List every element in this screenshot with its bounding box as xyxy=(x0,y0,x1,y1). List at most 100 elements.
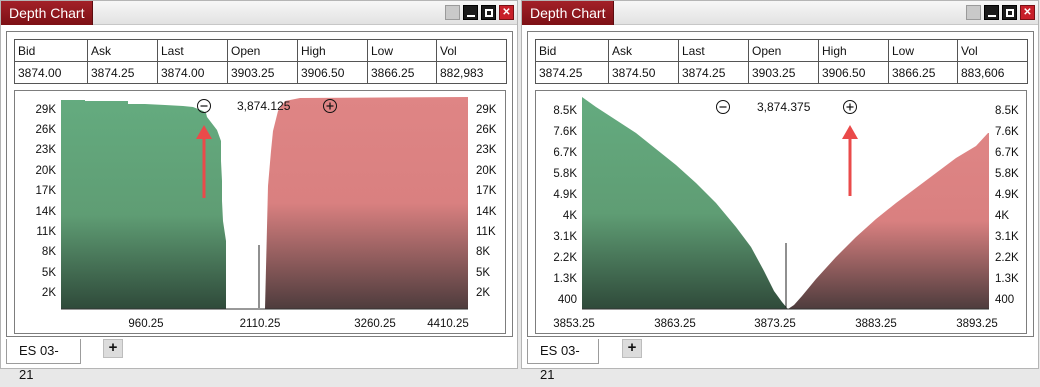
y-axis-right: 29K 26K 23K 20K 17K 14K 11K 8K 5K 2K xyxy=(476,104,497,299)
y-tick-right: 2K xyxy=(476,287,490,299)
header-high: High xyxy=(818,39,889,62)
ask-depth-area xyxy=(265,97,468,309)
value-ask: 3874.25 xyxy=(87,61,158,84)
y-tick-left: 20K xyxy=(36,165,57,177)
maximize-icon xyxy=(484,8,493,17)
x-tick: 960.25 xyxy=(128,318,163,330)
minimize-button[interactable] xyxy=(984,5,999,20)
header-low: Low xyxy=(367,39,437,62)
zoom-in-icon[interactable] xyxy=(843,100,857,114)
depth-chart-svg[interactable]: 8.5K 7.6K 6.7K 5.8K 4.9K 4K 3.1K 2.2K 1.… xyxy=(536,91,1028,335)
bid-depth-area xyxy=(582,97,788,309)
y-tick-left: 4K xyxy=(563,210,577,222)
depth-chart-window-left: Depth Chart ✕ Bid Ask Last Open High Low… xyxy=(0,0,518,382)
x-tick: 3893.25 xyxy=(956,318,998,330)
close-button[interactable]: ✕ xyxy=(1020,5,1035,20)
add-tab-button[interactable]: + xyxy=(622,339,642,358)
y-tick-right: 6.7K xyxy=(995,147,1019,159)
y-tick-right: 26K xyxy=(476,124,497,136)
y-tick-right: 17K xyxy=(476,185,497,197)
title-bar[interactable]: Depth Chart ✕ xyxy=(522,1,1038,25)
value-open: 3903.25 xyxy=(227,61,298,84)
header-high: High xyxy=(297,39,368,62)
y-tick-right: 400 xyxy=(995,294,1014,306)
x-tick: 3873.25 xyxy=(754,318,796,330)
y-tick-right: 5K xyxy=(476,267,490,279)
header-vol: Vol xyxy=(436,39,507,62)
value-low: 3866.25 xyxy=(367,61,437,84)
quote-value-row: 3874.00 3874.25 3874.00 3903.25 3906.50 … xyxy=(14,61,507,84)
y-tick-right: 5.8K xyxy=(995,168,1019,180)
y-tick-left: 7.6K xyxy=(553,126,577,138)
minimize-button[interactable] xyxy=(463,5,478,20)
close-icon: ✕ xyxy=(1023,6,1032,18)
y-tick-left: 1.3K xyxy=(553,273,577,285)
instrument-tab[interactable]: ES 03-21 xyxy=(6,339,81,382)
red-arrow-annotation xyxy=(842,125,858,196)
minimize-icon xyxy=(466,14,475,17)
depth-chart-panel: Bid Ask Last Open High Low Vol 3874.00 3… xyxy=(6,31,513,337)
y-tick-right: 14K xyxy=(476,206,497,218)
y-axis-left: 8.5K 7.6K 6.7K 5.8K 4.9K 4K 3.1K 2.2K 1.… xyxy=(553,105,577,306)
y-axis-left: 29K 26K 23K 20K 17K 14K 11K 8K 5K 2K xyxy=(36,104,57,299)
y-tick-left: 3.1K xyxy=(553,231,577,243)
y-tick-right: 8K xyxy=(476,246,490,258)
x-tick: 3260.25 xyxy=(354,318,396,330)
y-tick-right: 4K xyxy=(995,210,1009,222)
y-tick-right: 29K xyxy=(476,104,497,116)
window-title[interactable]: Depth Chart xyxy=(1,1,94,25)
x-tick: 4410.25 xyxy=(427,318,469,330)
x-axis: 3853.25 3863.25 3873.25 3883.25 3893.25 xyxy=(553,318,998,330)
y-tick-left: 11K xyxy=(36,226,56,238)
depth-chart-panel: Bid Ask Last Open High Low Vol 3874.25 3… xyxy=(527,31,1034,337)
y-tick-left: 29K xyxy=(36,104,57,116)
header-last: Last xyxy=(678,39,749,62)
restore-button[interactable] xyxy=(445,5,460,20)
y-tick-right: 7.6K xyxy=(995,126,1019,138)
y-tick-left: 5.8K xyxy=(553,168,577,180)
x-tick: 3853.25 xyxy=(553,318,595,330)
quote-header-row: Bid Ask Last Open High Low Vol xyxy=(535,39,1028,62)
value-vol: 883,606 xyxy=(957,61,1028,84)
close-icon: ✕ xyxy=(502,6,511,18)
value-bid: 3874.00 xyxy=(14,61,88,84)
y-tick-left: 14K xyxy=(36,206,57,218)
y-tick-left: 5K xyxy=(42,267,56,279)
quote-value-row: 3874.25 3874.50 3874.25 3903.25 3906.50 … xyxy=(535,61,1028,84)
window-controls: ✕ xyxy=(445,5,514,20)
x-tick: 3883.25 xyxy=(855,318,897,330)
zoom-out-icon[interactable] xyxy=(197,99,211,113)
ask-depth-area xyxy=(788,133,989,309)
depth-chart-area[interactable]: 29K 26K 23K 20K 17K 14K 11K 8K 5K 2K 29K… xyxy=(14,90,506,334)
maximize-button[interactable] xyxy=(481,5,496,20)
y-tick-left: 4.9K xyxy=(553,189,577,201)
close-button[interactable]: ✕ xyxy=(499,5,514,20)
title-bar[interactable]: Depth Chart ✕ xyxy=(1,1,517,25)
window-title[interactable]: Depth Chart xyxy=(522,1,615,25)
value-ask: 3874.50 xyxy=(608,61,679,84)
zoom-out-icon[interactable] xyxy=(716,100,730,114)
depth-chart-window-right: Depth Chart ✕ Bid Ask Last Open High Low… xyxy=(521,0,1039,382)
y-tick-left: 2K xyxy=(42,287,56,299)
value-high: 3906.50 xyxy=(297,61,368,84)
instrument-tab[interactable]: ES 03-21 xyxy=(527,339,599,382)
header-ask: Ask xyxy=(608,39,679,62)
header-bid: Bid xyxy=(14,39,88,62)
y-axis-right: 8.5K 7.6K 6.7K 5.8K 4.9K 4K 3.1K 2.2K 1.… xyxy=(995,105,1019,306)
y-tick-left: 26K xyxy=(36,124,57,136)
value-low: 3866.25 xyxy=(888,61,958,84)
y-tick-left: 8.5K xyxy=(553,105,577,117)
y-tick-left: 6.7K xyxy=(553,147,577,159)
restore-button[interactable] xyxy=(966,5,981,20)
depth-chart-svg[interactable]: 29K 26K 23K 20K 17K 14K 11K 8K 5K 2K 29K… xyxy=(15,91,507,335)
value-bid: 3874.25 xyxy=(535,61,609,84)
mid-price-label: 3,874.375 xyxy=(757,100,811,114)
add-tab-button[interactable]: + xyxy=(103,339,123,358)
value-last: 3874.00 xyxy=(157,61,228,84)
y-tick-left: 400 xyxy=(558,294,577,306)
depth-chart-area[interactable]: 8.5K 7.6K 6.7K 5.8K 4.9K 4K 3.1K 2.2K 1.… xyxy=(535,90,1027,334)
header-ask: Ask xyxy=(87,39,158,62)
header-last: Last xyxy=(157,39,228,62)
maximize-button[interactable] xyxy=(1002,5,1017,20)
y-tick-right: 3.1K xyxy=(995,231,1019,243)
